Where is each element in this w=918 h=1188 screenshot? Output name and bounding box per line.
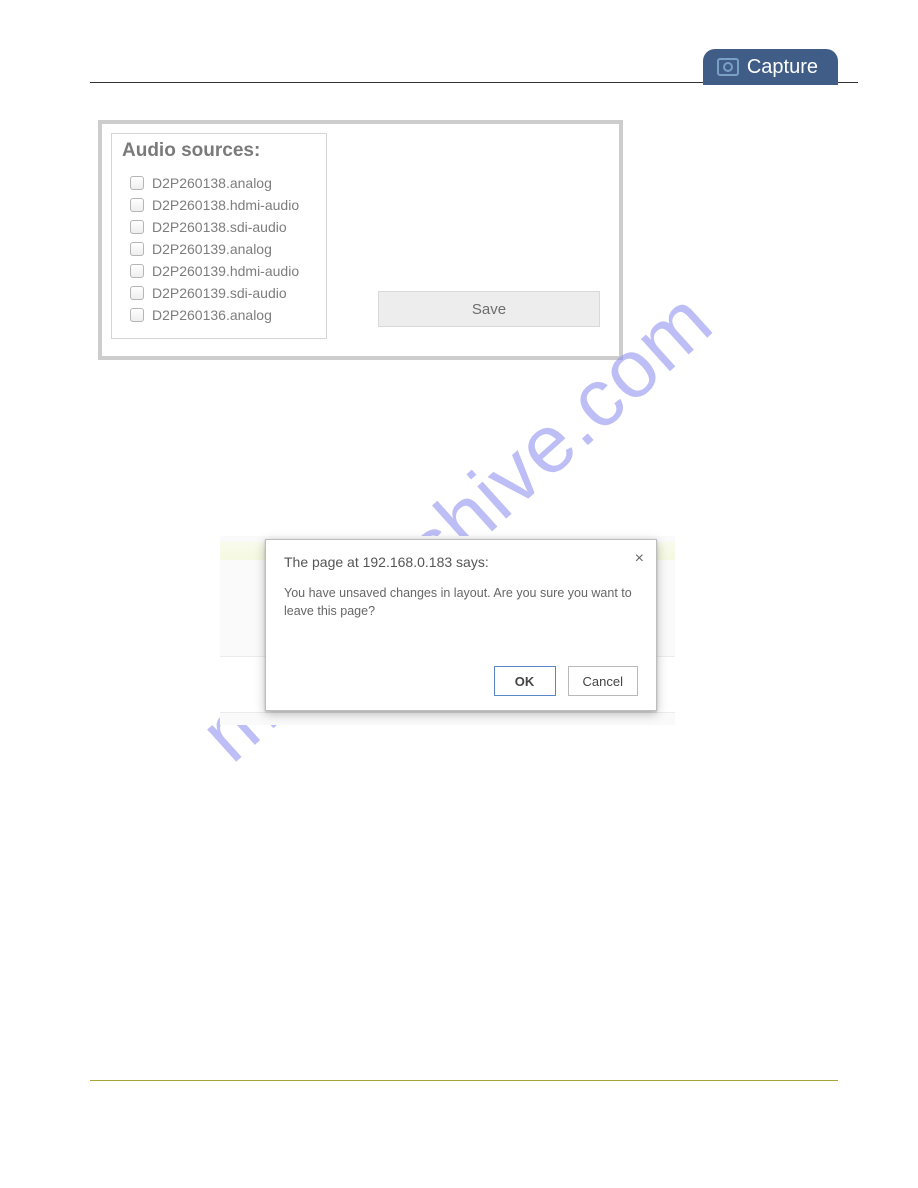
audio-source-item: D2P260138.analog: [130, 172, 316, 194]
capture-header-tab: Capture: [703, 49, 838, 85]
audio-source-item: D2P260139.analog: [130, 238, 316, 260]
audio-source-item: D2P260138.hdmi-audio: [130, 194, 316, 216]
audio-sources-title: Audio sources:: [122, 140, 316, 162]
audio-source-item: D2P260138.sdi-audio: [130, 216, 316, 238]
dialog-title: The page at 192.168.0.183 says:: [284, 554, 638, 570]
dialog-screenshot-area: × The page at 192.168.0.183 says: You ha…: [220, 536, 675, 725]
audio-source-label: D2P260139.analog: [152, 238, 272, 260]
cancel-button-label: Cancel: [583, 674, 623, 689]
checkbox[interactable]: [130, 308, 144, 322]
audio-source-label: D2P260139.sdi-audio: [152, 282, 287, 304]
audio-source-item: D2P260139.hdmi-audio: [130, 260, 316, 282]
audio-source-label: D2P260138.hdmi-audio: [152, 194, 299, 216]
close-icon[interactable]: ×: [635, 550, 644, 568]
footer-divider: [90, 1080, 838, 1081]
checkbox[interactable]: [130, 198, 144, 212]
save-button[interactable]: Save: [378, 291, 600, 327]
capture-label: Capture: [747, 56, 818, 79]
ok-button[interactable]: OK: [494, 666, 556, 696]
ok-button-label: OK: [515, 674, 535, 689]
audio-source-item: D2P260136.analog: [130, 304, 316, 326]
checkbox[interactable]: [130, 264, 144, 278]
audio-sources-box: Audio sources: D2P260138.analog D2P26013…: [111, 133, 327, 339]
dialog-button-row: OK Cancel: [494, 666, 638, 696]
audio-source-label: D2P260138.analog: [152, 172, 272, 194]
dialog-message: You have unsaved changes in layout. Are …: [284, 584, 638, 620]
save-button-label: Save: [472, 301, 506, 318]
audio-source-item: D2P260139.sdi-audio: [130, 282, 316, 304]
checkbox[interactable]: [130, 220, 144, 234]
cancel-button[interactable]: Cancel: [568, 666, 638, 696]
confirm-dialog: × The page at 192.168.0.183 says: You ha…: [265, 539, 657, 711]
audio-source-label: D2P260136.analog: [152, 304, 272, 326]
audio-source-label: D2P260138.sdi-audio: [152, 216, 287, 238]
audio-sources-list: D2P260138.analog D2P260138.hdmi-audio D2…: [122, 172, 316, 326]
checkbox[interactable]: [130, 242, 144, 256]
audio-sources-panel: Audio sources: D2P260138.analog D2P26013…: [98, 120, 623, 360]
checkbox[interactable]: [130, 176, 144, 190]
audio-source-label: D2P260139.hdmi-audio: [152, 260, 299, 282]
checkbox[interactable]: [130, 286, 144, 300]
camera-icon: [717, 58, 739, 76]
